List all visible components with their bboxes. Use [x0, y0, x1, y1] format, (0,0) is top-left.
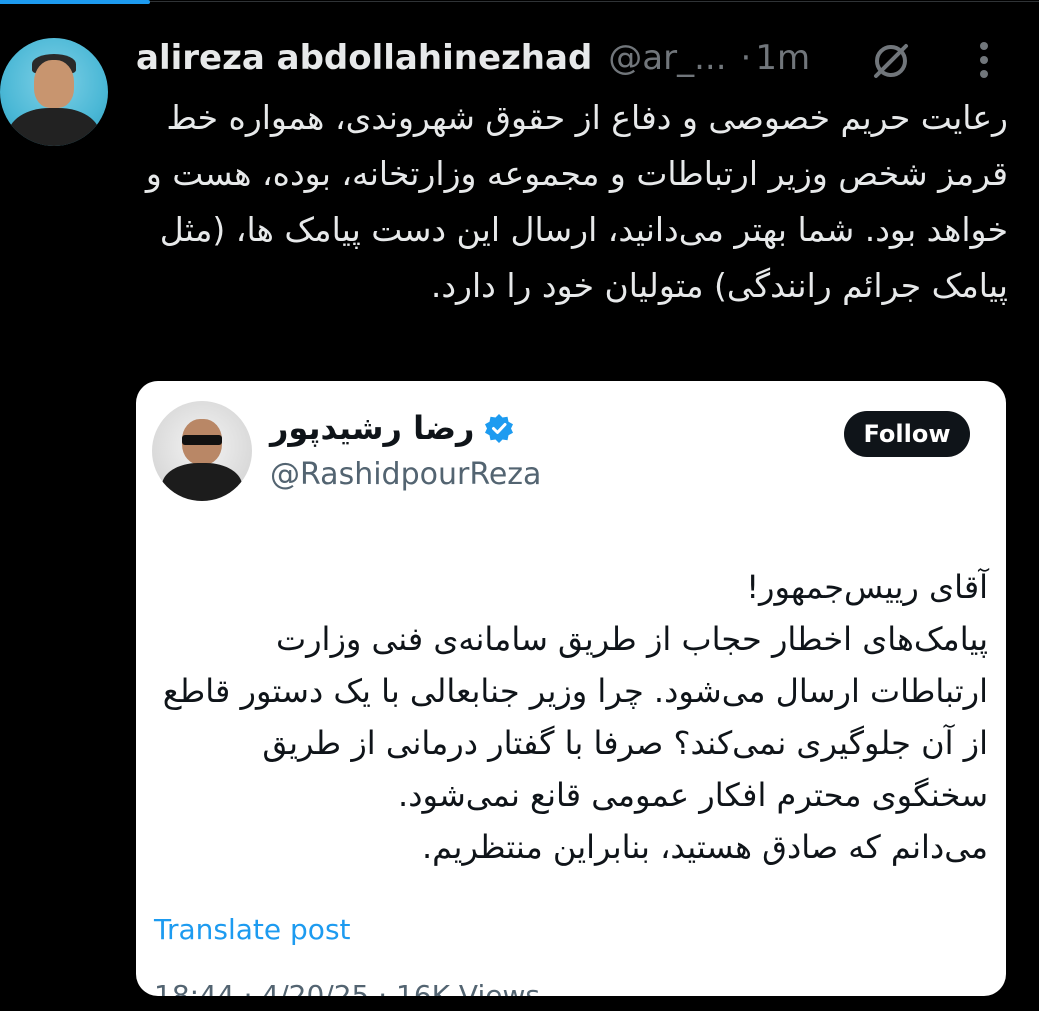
grok-icon[interactable]: [870, 40, 912, 82]
quoted-post-text: آقای رییس‌جمهور! پیامک‌های اخطار حجاب از…: [162, 568, 988, 866]
follow-button[interactable]: Follow: [844, 411, 970, 457]
header-separator: ·: [740, 38, 752, 78]
author-avatar[interactable]: [0, 38, 108, 146]
top-divider: [150, 1, 1039, 2]
quoted-post-meta: 18:44 · 4/20/25 · 16K Views: [154, 979, 540, 996]
quoted-author-display-name[interactable]: رضا رشیدپور: [270, 409, 474, 447]
translate-post-link[interactable]: Translate post: [154, 913, 351, 946]
tweet-body-text: رعایت حریم خصوصی و دفاع از حقوق شهروندی،…: [135, 98, 1008, 305]
quoted-author-handle[interactable]: @RashidpourReza: [270, 457, 541, 492]
quoted-author-name-row: رضا رشیدپور: [270, 409, 514, 447]
author-display-name[interactable]: alireza abdollahinezhad: [136, 38, 592, 78]
quoted-post-card[interactable]: رضا رشیدپور @RashidpourReza Follow آقای …: [136, 381, 1006, 996]
post-time[interactable]: 1m: [755, 38, 810, 78]
quoted-author-avatar[interactable]: [152, 401, 252, 501]
more-vertical-icon[interactable]: [964, 38, 1004, 82]
author-handle[interactable]: @ar_...: [608, 38, 726, 78]
top-progress-bar: [0, 0, 150, 4]
tweet-header: alireza abdollahinezhad @ar_... · 1m: [136, 30, 810, 86]
verified-badge-icon: [485, 414, 514, 443]
